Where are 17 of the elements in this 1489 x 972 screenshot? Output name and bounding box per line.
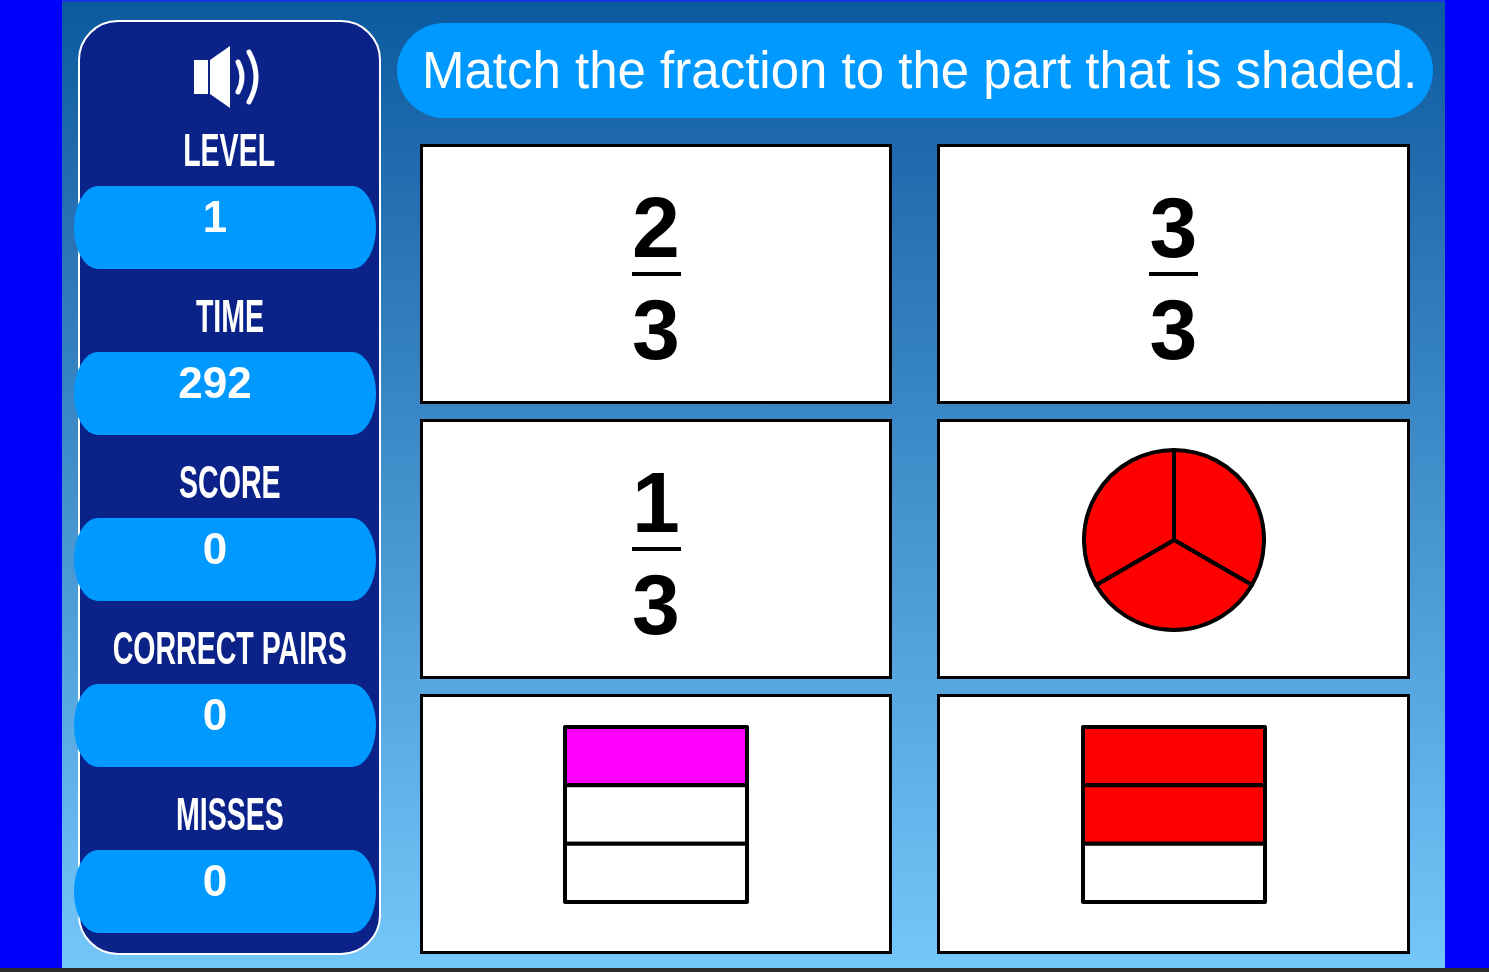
- stat-label: TIME: [195, 293, 264, 339]
- picture-card[interactable]: [420, 694, 892, 954]
- picture-card[interactable]: [937, 419, 1410, 679]
- stat-label: MISSES: [175, 791, 284, 837]
- picture-card[interactable]: [937, 694, 1410, 954]
- fraction-card[interactable]: 3 3: [937, 144, 1410, 404]
- stat-label: LEVEL: [183, 127, 276, 173]
- stat-label: SCORE: [178, 459, 281, 505]
- fraction-card[interactable]: 2 3: [420, 144, 892, 404]
- fraction-card[interactable]: 1 3: [420, 419, 892, 679]
- instruction-banner: Match the fraction to the part that is shaded.: [397, 23, 1433, 118]
- value-display: 292: [74, 352, 376, 435]
- value-display: 0: [74, 684, 376, 767]
- stat-label: CORRECT PAIRS: [112, 625, 347, 671]
- value-display: 1: [74, 186, 376, 269]
- value-display: 0: [74, 518, 376, 601]
- value-display: 0: [74, 850, 376, 933]
